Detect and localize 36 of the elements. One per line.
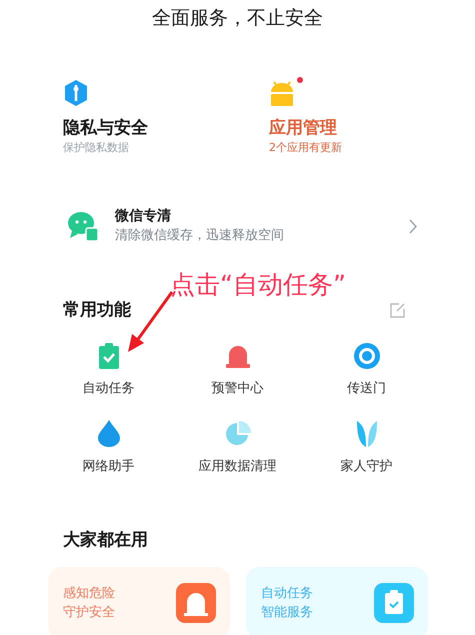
feature-shortcut[interactable]: 网络助手 (44, 420, 173, 476)
promo-text: 智能服务 (261, 604, 313, 622)
section-title: 大家都在用 (62, 528, 149, 552)
clipboard-check-icon (374, 583, 414, 623)
feature-subtitle: 2个应用有更新 (269, 140, 342, 156)
chat-bubble-trash-icon (68, 211, 100, 241)
annotation-text: 点击“自动任务” (170, 269, 346, 301)
feature-card[interactable]: 应用管理 2个应用有更新 (269, 80, 475, 156)
feature-title: 应用管理 (269, 117, 337, 140)
feature-shortcut[interactable]: 自动任务 (44, 342, 173, 398)
promo-text: 感知危险 (63, 585, 115, 603)
page-title: 全面服务，不止安全 (151, 6, 324, 31)
wechat-clean-title: 微信专清 (115, 207, 172, 226)
edit-icon[interactable] (390, 303, 405, 318)
pie-chart-icon (224, 420, 250, 446)
leaf-icon (356, 420, 378, 446)
chevron-right-icon (409, 218, 417, 234)
feature-shortcut[interactable]: 应用数据清理 (173, 420, 302, 476)
section-title: 常用功能 (63, 299, 131, 322)
shield-icon (63, 80, 89, 106)
promo-text: 自动任务 (261, 585, 313, 603)
android-icon (269, 80, 295, 106)
feature-shortcut[interactable]: 家人守护 (302, 420, 431, 476)
feature-subtitle: 保护隐私数据 (63, 140, 129, 156)
wechat-clean-subtitle: 清除微信缓存，迅速释放空间 (115, 227, 285, 245)
promo-text: 守护安全 (63, 604, 115, 622)
ring-icon (354, 342, 380, 368)
feature-shortcut[interactable]: 预警中心 (173, 342, 302, 398)
feature-card[interactable]: 隐私与安全 保护隐私数据 (63, 80, 269, 156)
feature-title: 隐私与安全 (63, 117, 148, 140)
water-drop-icon (98, 420, 120, 447)
alarm-light-icon (176, 583, 216, 623)
wechat-clean-row[interactable]: 微信专清 清除微信缓存，迅速释放空间 (0, 206, 475, 246)
alarm-light-icon (224, 344, 250, 368)
clipboard-check-icon (96, 342, 120, 368)
feature-shortcut[interactable]: 传送门 (302, 342, 431, 398)
